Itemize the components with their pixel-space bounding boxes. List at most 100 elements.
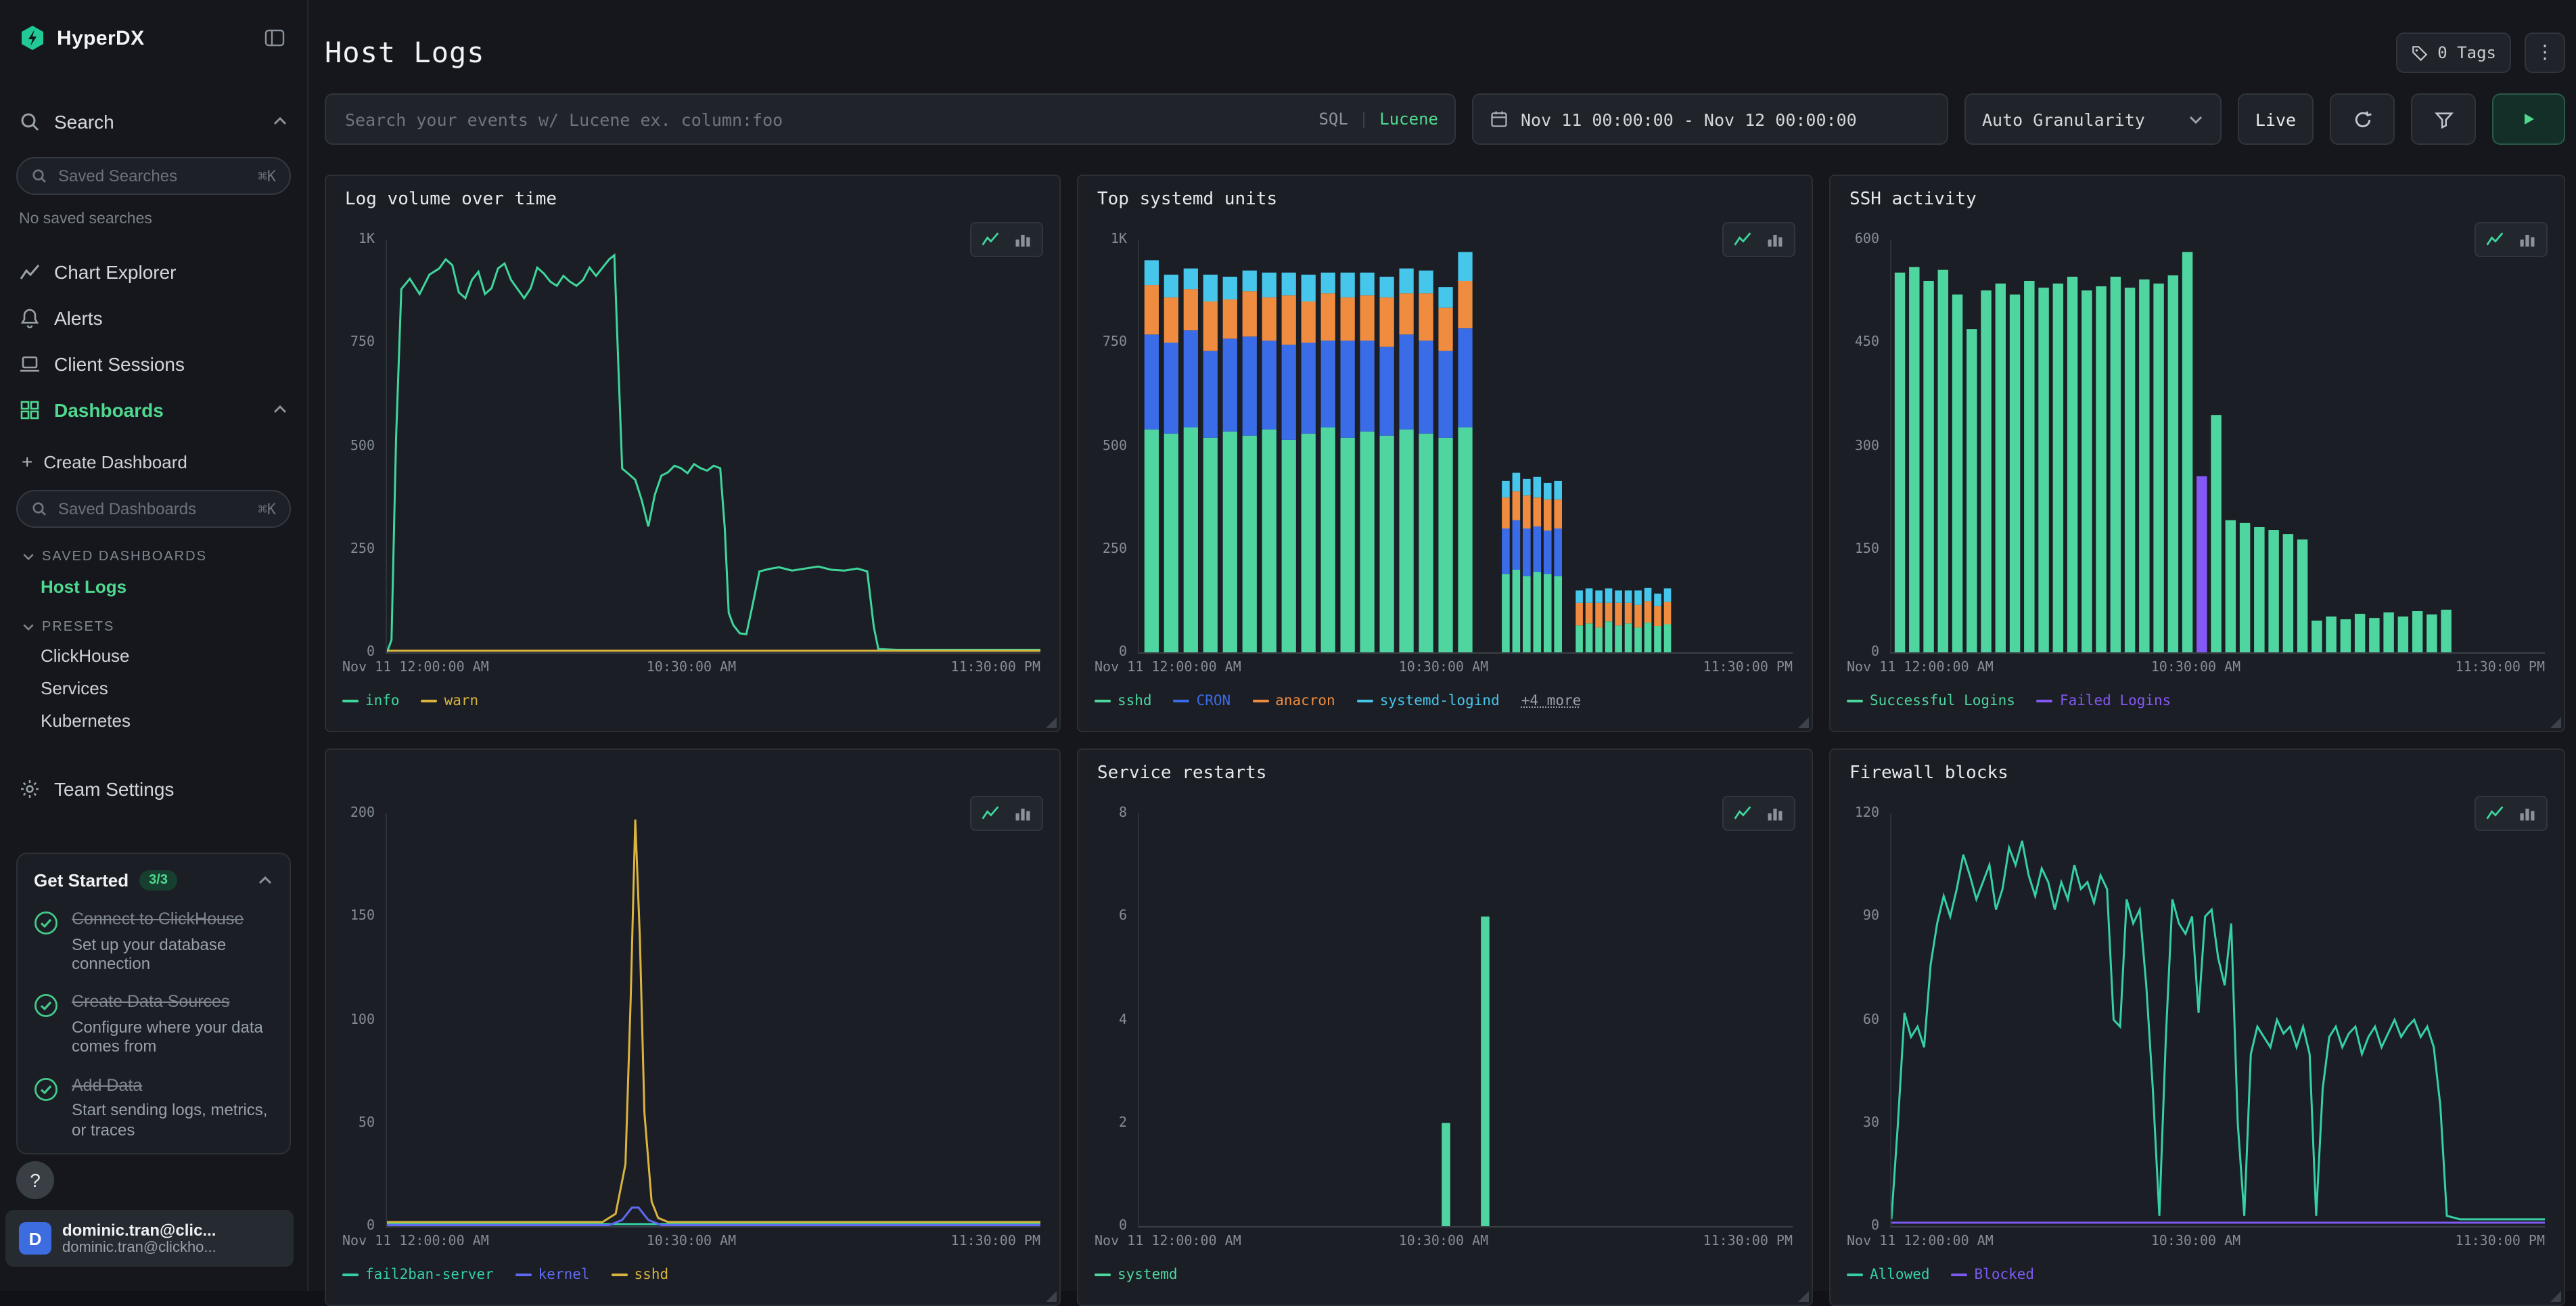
- stacked-bar-segment: [1605, 588, 1613, 602]
- legend-swatch: [612, 1274, 628, 1276]
- create-dashboard-label: Create Dashboard: [43, 451, 187, 472]
- stacked-bar-segment: [1523, 528, 1531, 576]
- step-desc: Configure where your data comes from: [72, 1018, 273, 1057]
- y-tick-label: 450: [1855, 336, 1879, 351]
- legend-item[interactable]: systemd: [1095, 1267, 1178, 1283]
- stacked-bar-segment: [1523, 495, 1531, 528]
- sidebar-item-team-settings[interactable]: Team Settings: [0, 766, 307, 812]
- bar-chart-toggle[interactable]: [1007, 800, 1039, 827]
- line-chart-toggle[interactable]: [1726, 226, 1759, 253]
- bar-chart-toggle[interactable]: [1007, 226, 1039, 253]
- get-started-header[interactable]: Get Started 3/3: [34, 870, 273, 891]
- chart-type-controls: [1722, 796, 1795, 831]
- filter-button[interactable]: [2411, 93, 2476, 145]
- line-chart-toggle[interactable]: [2479, 226, 2511, 253]
- legend-item[interactable]: anacron: [1252, 693, 1335, 709]
- stacked-bar-segment: [1223, 277, 1237, 300]
- legend-item[interactable]: kernel: [515, 1267, 590, 1283]
- legend-label: sshd: [1118, 693, 1152, 709]
- sidebar-item-client-sessions[interactable]: Client Sessions: [0, 341, 307, 387]
- dashboard-grid: Log volume over time 02505007501K Nov 11…: [325, 175, 2565, 1306]
- bar-chart-toggle[interactable]: [1759, 226, 1791, 253]
- bar-chart-toggle[interactable]: [1759, 800, 1791, 827]
- stacked-bar-segment: [1644, 601, 1652, 623]
- chevron-up-icon[interactable]: [272, 402, 288, 418]
- y-tick-label: 750: [1103, 336, 1127, 351]
- stacked-bar-segment: [1634, 605, 1642, 628]
- line-chart-toggle[interactable]: [974, 800, 1007, 827]
- stacked-bar-segment: [1513, 473, 1521, 491]
- sidebar-item-clickhouse[interactable]: ClickHouse: [0, 639, 307, 671]
- overflow-menu-button[interactable]: ⋮: [2525, 32, 2565, 73]
- chart-panel-firewall-blocks: Firewall blocks 0306090120 Nov 11 12:00:…: [1829, 748, 2565, 1306]
- saved-searches-input[interactable]: [55, 165, 250, 187]
- stacked-bar-segment: [1554, 499, 1562, 528]
- resize-handle[interactable]: [1798, 1291, 1809, 1302]
- legend-item[interactable]: warn: [421, 693, 479, 709]
- legend-item[interactable]: systemd-logind: [1357, 693, 1500, 709]
- legend-swatch: [2037, 700, 2053, 702]
- legend-item[interactable]: Allowed: [1847, 1267, 1930, 1283]
- stacked-bar-segment: [1644, 623, 1652, 652]
- legend-item[interactable]: sshd: [612, 1267, 669, 1283]
- line-chart-toggle[interactable]: [2479, 800, 2511, 827]
- stacked-bar-segment: [1615, 591, 1622, 603]
- tags-button[interactable]: 0 Tags: [2395, 32, 2511, 73]
- get-started-step-add-data[interactable]: Add Data Start sending logs, metrics, or…: [34, 1076, 273, 1140]
- sql-toggle[interactable]: SQL: [1318, 110, 1348, 129]
- sidebar-item-alerts[interactable]: Alerts: [0, 295, 307, 341]
- get-started-step-sources[interactable]: Create Data Sources Configure where your…: [34, 993, 273, 1057]
- get-started-badge: 3/3: [139, 870, 177, 891]
- legend-more[interactable]: +4 more: [1521, 693, 1582, 709]
- saved-dashboards-input[interactable]: [55, 498, 250, 520]
- stacked-bar-segment: [1243, 336, 1257, 435]
- sidebar-item-services[interactable]: Services: [0, 671, 307, 704]
- sidebar-item-host-logs[interactable]: Host Logs: [0, 568, 307, 604]
- resize-handle[interactable]: [1046, 717, 1057, 728]
- legend-item[interactable]: fail2ban-server: [342, 1267, 494, 1283]
- resize-handle[interactable]: [1046, 1291, 1057, 1302]
- sidebar-item-dashboards[interactable]: Dashboards: [0, 387, 307, 433]
- y-tick-label: 120: [1855, 806, 1879, 821]
- get-started-step-connect[interactable]: Connect to ClickHouse Set up your databa…: [34, 909, 273, 974]
- stacked-bar-segment: [1523, 479, 1531, 495]
- sidebar-item-search[interactable]: Search: [0, 95, 307, 149]
- x-tick-label: 10:30:00 AM: [2151, 660, 2240, 675]
- resize-handle[interactable]: [2550, 717, 2561, 728]
- presets-section-toggle[interactable]: PRESETS: [0, 614, 307, 639]
- bar: [2168, 275, 2178, 652]
- legend-item[interactable]: info: [342, 693, 400, 709]
- bar-chart-toggle[interactable]: [2511, 800, 2544, 827]
- event-search-input[interactable]: [342, 108, 1305, 131]
- resize-handle[interactable]: [2550, 1291, 2561, 1302]
- legend-item[interactable]: Failed Logins: [2037, 693, 2171, 709]
- date-range-picker[interactable]: Nov 11 00:00:00 - Nov 12 00:00:00: [1472, 93, 1948, 145]
- user-menu[interactable]: D dominic.tran@clic... dominic.tran@clic…: [5, 1210, 294, 1267]
- bar-chart-toggle[interactable]: [2511, 226, 2544, 253]
- live-button[interactable]: Live: [2238, 93, 2314, 145]
- sidebar-item-kubernetes[interactable]: Kubernetes: [0, 704, 307, 736]
- create-dashboard-button[interactable]: + Create Dashboard: [0, 441, 307, 482]
- stacked-bar-segment: [1576, 603, 1583, 626]
- line-chart-toggle[interactable]: [1726, 800, 1759, 827]
- help-button[interactable]: ?: [16, 1161, 54, 1199]
- sidebar-item-chart-explorer[interactable]: Chart Explorer: [0, 249, 307, 295]
- legend-item[interactable]: Successful Logins: [1847, 693, 2015, 709]
- bar: [2412, 611, 2422, 652]
- refresh-button[interactable]: [2330, 93, 2395, 145]
- legend-item[interactable]: sshd: [1095, 693, 1152, 709]
- legend-item[interactable]: CRON: [1174, 693, 1231, 709]
- resize-handle[interactable]: [1798, 717, 1809, 728]
- lucene-toggle[interactable]: Lucene: [1379, 110, 1438, 129]
- chevron-up-icon[interactable]: [257, 872, 273, 888]
- x-tick-label: 11:30:00 PM: [2456, 660, 2545, 675]
- line-chart-toggle[interactable]: [974, 226, 1007, 253]
- granularity-select[interactable]: Auto Granularity: [1964, 93, 2222, 145]
- stacked-bar-segment: [1360, 295, 1375, 340]
- run-query-button[interactable]: [2492, 93, 2565, 145]
- saved-dashboards-section-toggle[interactable]: SAVED DASHBOARDS: [0, 544, 307, 568]
- legend-item[interactable]: Blocked: [1952, 1267, 2035, 1283]
- chevron-up-icon[interactable]: [272, 114, 288, 130]
- collapse-sidebar-icon[interactable]: [261, 24, 288, 51]
- step-title: Connect to ClickHouse: [72, 909, 273, 930]
